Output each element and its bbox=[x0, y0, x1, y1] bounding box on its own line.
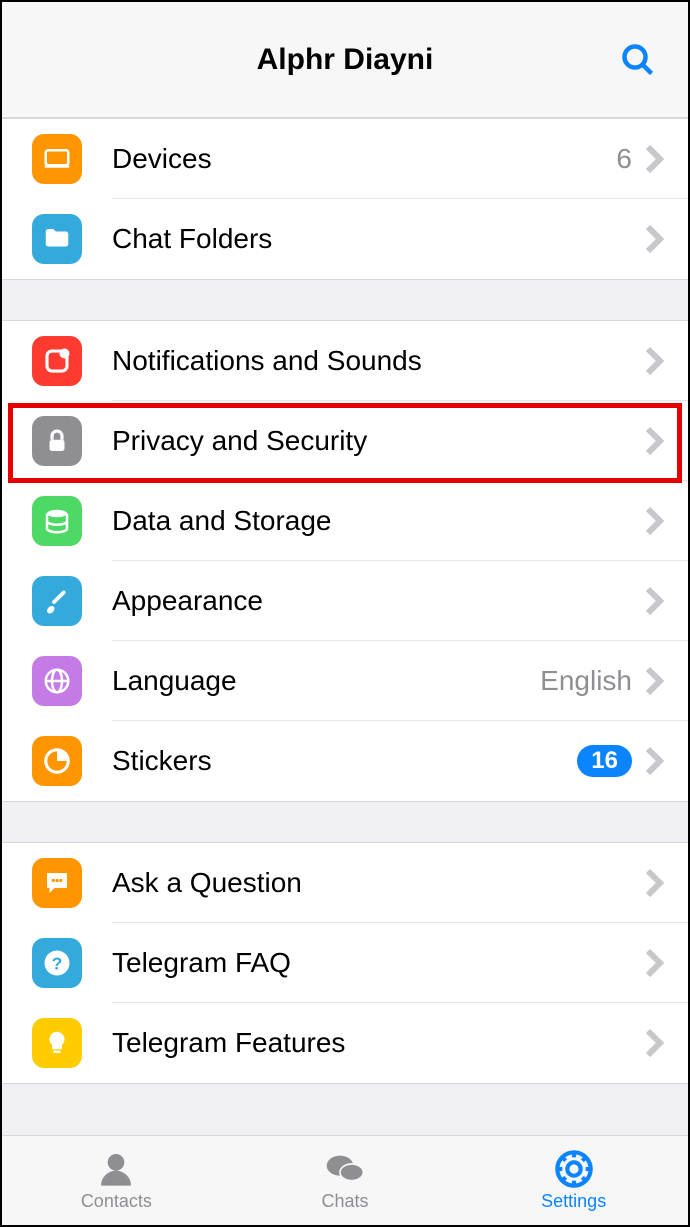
row-devices[interactable]: Devices 6 bbox=[2, 119, 688, 199]
row-notifications[interactable]: Notifications and Sounds bbox=[2, 321, 688, 401]
section-1: Devices 6 Chat Folders bbox=[2, 118, 688, 280]
brush-icon bbox=[32, 576, 82, 626]
settings-list: Devices 6 Chat Folders Notificat bbox=[2, 118, 688, 1225]
help-icon: ? bbox=[32, 938, 82, 988]
notifications-icon bbox=[32, 336, 82, 386]
row-label: Devices bbox=[112, 143, 616, 175]
row-data-storage[interactable]: Data and Storage bbox=[2, 481, 688, 561]
row-stickers[interactable]: Stickers 16 bbox=[2, 721, 688, 801]
row-label: Language bbox=[112, 665, 540, 697]
search-button[interactable] bbox=[616, 38, 660, 82]
row-chat-folders[interactable]: Chat Folders bbox=[2, 199, 688, 279]
lock-icon bbox=[32, 416, 82, 466]
chat-icon bbox=[32, 858, 82, 908]
row-value: 6 bbox=[616, 143, 632, 175]
row-label: Data and Storage bbox=[112, 505, 644, 537]
gear-icon bbox=[554, 1149, 594, 1189]
page-title: Alphr Diayni bbox=[257, 43, 434, 77]
row-language[interactable]: Language English bbox=[2, 641, 688, 721]
chevron-right-icon bbox=[644, 224, 664, 254]
row-label: Chat Folders bbox=[112, 223, 644, 255]
header: Alphr Diayni bbox=[2, 2, 688, 118]
row-label: Telegram Features bbox=[112, 1027, 644, 1059]
row-faq[interactable]: ? Telegram FAQ bbox=[2, 923, 688, 1003]
contacts-icon bbox=[96, 1149, 136, 1189]
tab-label: Settings bbox=[541, 1191, 606, 1212]
chevron-right-icon bbox=[644, 666, 664, 696]
search-icon bbox=[620, 42, 656, 78]
tab-label: Contacts bbox=[81, 1191, 152, 1212]
row-privacy[interactable]: Privacy and Security bbox=[2, 401, 688, 481]
chevron-right-icon bbox=[644, 1028, 664, 1058]
storage-icon bbox=[32, 496, 82, 546]
chevron-right-icon bbox=[644, 144, 664, 174]
row-appearance[interactable]: Appearance bbox=[2, 561, 688, 641]
row-features[interactable]: Telegram Features bbox=[2, 1003, 688, 1083]
section-2: Notifications and Sounds Privacy and Sec… bbox=[2, 320, 688, 802]
sticker-icon bbox=[32, 736, 82, 786]
tab-bar: Contacts Chats Settings bbox=[2, 1135, 688, 1225]
chats-icon bbox=[325, 1149, 365, 1189]
chevron-right-icon bbox=[644, 506, 664, 536]
row-label: Stickers bbox=[112, 745, 577, 777]
devices-icon bbox=[32, 134, 82, 184]
chevron-right-icon bbox=[644, 868, 664, 898]
chevron-right-icon bbox=[644, 426, 664, 456]
svg-text:?: ? bbox=[52, 953, 63, 973]
bulb-icon bbox=[32, 1018, 82, 1068]
tab-settings[interactable]: Settings bbox=[459, 1136, 688, 1225]
tab-chats[interactable]: Chats bbox=[231, 1136, 460, 1225]
row-value: English bbox=[540, 665, 632, 697]
row-label: Telegram FAQ bbox=[112, 947, 644, 979]
chevron-right-icon bbox=[644, 948, 664, 978]
badge: 16 bbox=[577, 745, 632, 777]
row-label: Appearance bbox=[112, 585, 644, 617]
folder-icon bbox=[32, 214, 82, 264]
tab-contacts[interactable]: Contacts bbox=[2, 1136, 231, 1225]
row-label: Privacy and Security bbox=[112, 425, 644, 457]
chevron-right-icon bbox=[644, 586, 664, 616]
section-3: Ask a Question ? Telegram FAQ Telegram F… bbox=[2, 842, 688, 1084]
row-label: Ask a Question bbox=[112, 867, 644, 899]
row-ask-question[interactable]: Ask a Question bbox=[2, 843, 688, 923]
chevron-right-icon bbox=[644, 346, 664, 376]
globe-icon bbox=[32, 656, 82, 706]
tab-label: Chats bbox=[321, 1191, 368, 1212]
row-label: Notifications and Sounds bbox=[112, 345, 644, 377]
chevron-right-icon bbox=[644, 746, 664, 776]
